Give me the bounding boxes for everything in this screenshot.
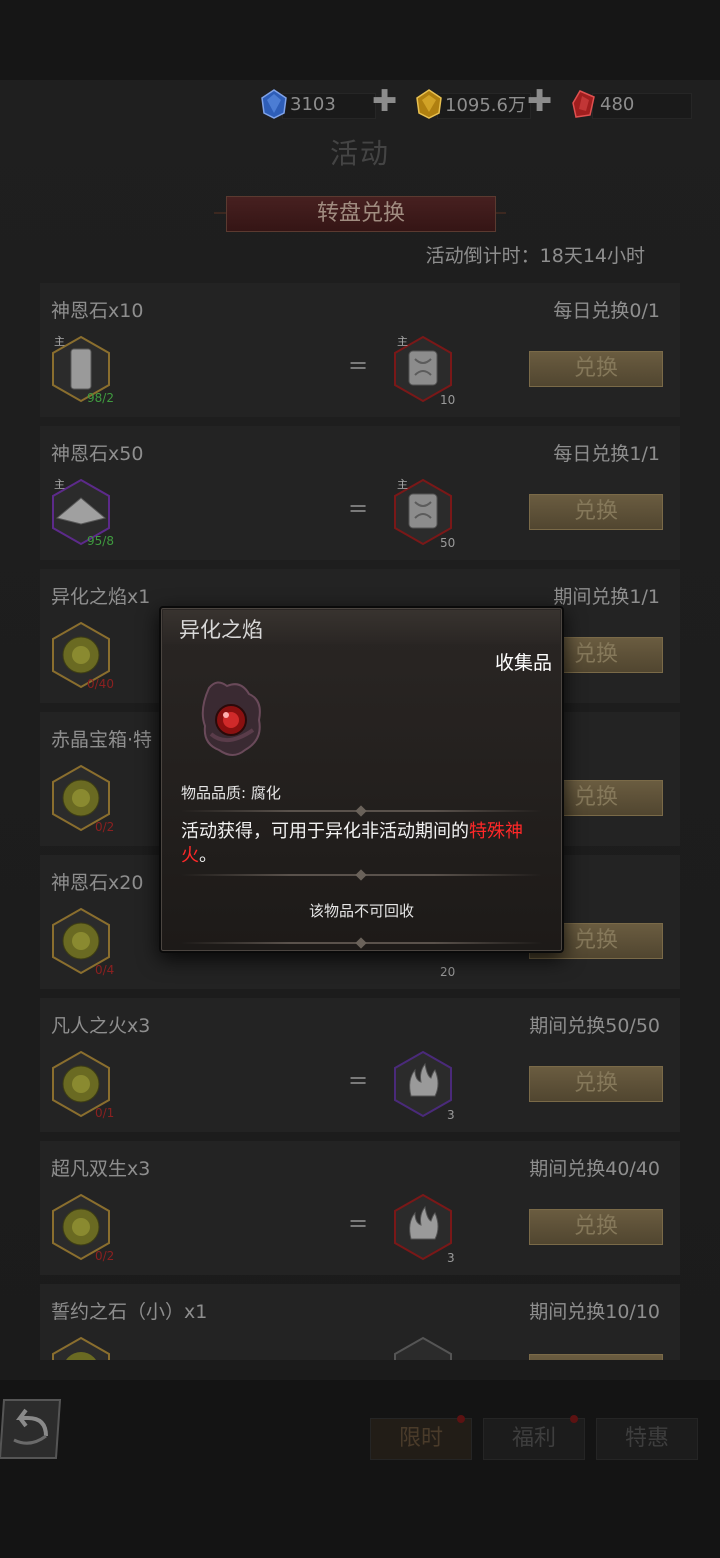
equals-sign: = — [348, 1066, 369, 1094]
exchange-card: 凡人之火x3 期间兑换50/50 0/1 = 3 兑换 — [40, 998, 680, 1132]
page-title: 活动 — [329, 137, 390, 170]
countdown-text: 活动倒计时：18天14小时 — [425, 245, 645, 267]
tab-special-offer[interactable]: 特惠 — [596, 1418, 698, 1460]
status-bar — [0, 0, 720, 80]
currency-gold-value: 1095.6万 — [445, 95, 526, 116]
equals-sign: = — [348, 1209, 369, 1237]
currency-red: 480 — [570, 90, 634, 118]
currency-blue-value: 3103 — [290, 93, 336, 115]
card-title: 神恩石x50 — [51, 443, 144, 465]
red-gem-icon — [572, 90, 595, 118]
notification-dot — [457, 1415, 465, 1423]
reward-item-slot[interactable] — [393, 1336, 453, 1360]
currency-gold: 1095.6万 — [415, 89, 526, 119]
recycle-note: 该物品不可回收 — [308, 902, 414, 920]
description-end: 。 — [199, 845, 217, 866]
exchange-button[interactable] — [529, 1354, 663, 1360]
card-limit: 每日兑换0/1 — [553, 300, 660, 322]
divider — [181, 810, 542, 812]
cost-count: 0/40 — [87, 677, 114, 691]
cost-item-slot[interactable] — [51, 1336, 111, 1360]
divider — [181, 874, 542, 876]
cost-count: 0/1 — [95, 1106, 115, 1120]
item-type: 收集品 — [494, 652, 552, 674]
reward-count: 50 — [440, 536, 456, 550]
cost-count: 0/2 — [95, 820, 115, 834]
card-limit: 期间兑换1/1 — [553, 586, 660, 608]
exchange-button[interactable]: 兑换 — [529, 1066, 663, 1102]
equals-sign: = — [348, 351, 369, 379]
cost-count: 0/2 — [95, 1249, 115, 1263]
item-description: 活动获得，可用于异化非活动期间的特殊神火。 — [181, 820, 546, 868]
main-tag: 主 — [397, 335, 408, 348]
description-text: 活动获得，可用于异化非活动期间的 — [181, 821, 469, 842]
reward-count: 10 — [440, 393, 456, 407]
card-limit: 每日兑换1/1 — [553, 443, 660, 465]
main-tag: 主 — [397, 478, 408, 491]
divider — [181, 942, 542, 944]
notification-dot — [570, 1415, 578, 1423]
main-tag: 主 — [54, 335, 65, 348]
equals-sign: = — [348, 494, 369, 522]
item-quality: 物品品质: 腐化 — [181, 784, 281, 802]
currency-red-value: 480 — [600, 93, 635, 115]
reward-item-slot[interactable] — [393, 1193, 453, 1261]
flame-eye-icon — [201, 681, 261, 756]
tab-label: 福利 — [511, 1426, 556, 1451]
exchange-button[interactable]: 兑换 — [529, 494, 663, 530]
card-limit: 期间兑换10/10 — [529, 1301, 660, 1323]
card-limit: 期间兑换50/50 — [529, 1015, 660, 1037]
reward-count: 20 — [440, 965, 456, 979]
add-blue-button[interactable]: ✚ — [372, 87, 397, 117]
back-arrow-icon — [0, 1399, 62, 1459]
exchange-card: 超凡双生x3 期间兑换40/40 0/2 = 3 兑换 — [40, 1141, 680, 1275]
item-tooltip: 异化之焰 收集品 物品品质: 腐化 活动获得，可用于异化非活动期间的特殊神火。 … — [159, 606, 564, 953]
currency-blue: 3103 — [260, 89, 336, 119]
tab-label: 限时 — [398, 1426, 443, 1451]
card-title: 神恩石x20 — [51, 872, 144, 894]
tab-welfare[interactable]: 福利 — [483, 1415, 585, 1460]
exchange-card: 誓约之石（小）x1 期间兑换10/10 — [40, 1284, 680, 1360]
cost-count: 98/2 — [87, 391, 114, 405]
card-limit: 期间兑换40/40 — [529, 1158, 660, 1180]
card-title: 神恩石x10 — [51, 300, 144, 322]
reward-item-slot[interactable] — [393, 1050, 453, 1118]
reward-count: 3 — [447, 1251, 455, 1265]
section-banner: 转盘兑换 — [226, 196, 496, 232]
reward-count: 3 — [447, 1108, 455, 1122]
card-title: 誓约之石（小）x1 — [51, 1301, 208, 1323]
card-title: 超凡双生x3 — [51, 1158, 151, 1180]
tab-label: 特惠 — [624, 1426, 669, 1451]
exchange-card: 神恩石x50 每日兑换1/1 主 95/8 = 主 50 兑换 — [40, 426, 680, 560]
tooltip-title: 异化之焰 — [179, 618, 263, 642]
cost-count: 95/8 — [87, 534, 114, 548]
add-gold-button[interactable]: ✚ — [527, 87, 552, 117]
banner-ornament-left — [214, 212, 226, 214]
gold-gem-icon — [416, 89, 442, 119]
card-title: 赤晶宝箱·特 — [51, 729, 153, 751]
back-button[interactable] — [0, 1396, 64, 1462]
cost-count: 0/4 — [95, 963, 115, 977]
card-title: 凡人之火x3 — [51, 1015, 151, 1037]
exchange-button[interactable]: 兑换 — [529, 1209, 663, 1245]
main-tag: 主 — [54, 478, 65, 491]
exchange-button[interactable]: 兑换 — [529, 351, 663, 387]
blue-gem-icon — [261, 89, 287, 119]
exchange-card: 神恩石x10 每日兑换0/1 主 98/2 = 主 10 兑换 — [40, 283, 680, 417]
card-title: 异化之焰x1 — [51, 586, 151, 608]
tab-limited[interactable]: 限时 — [370, 1415, 472, 1460]
